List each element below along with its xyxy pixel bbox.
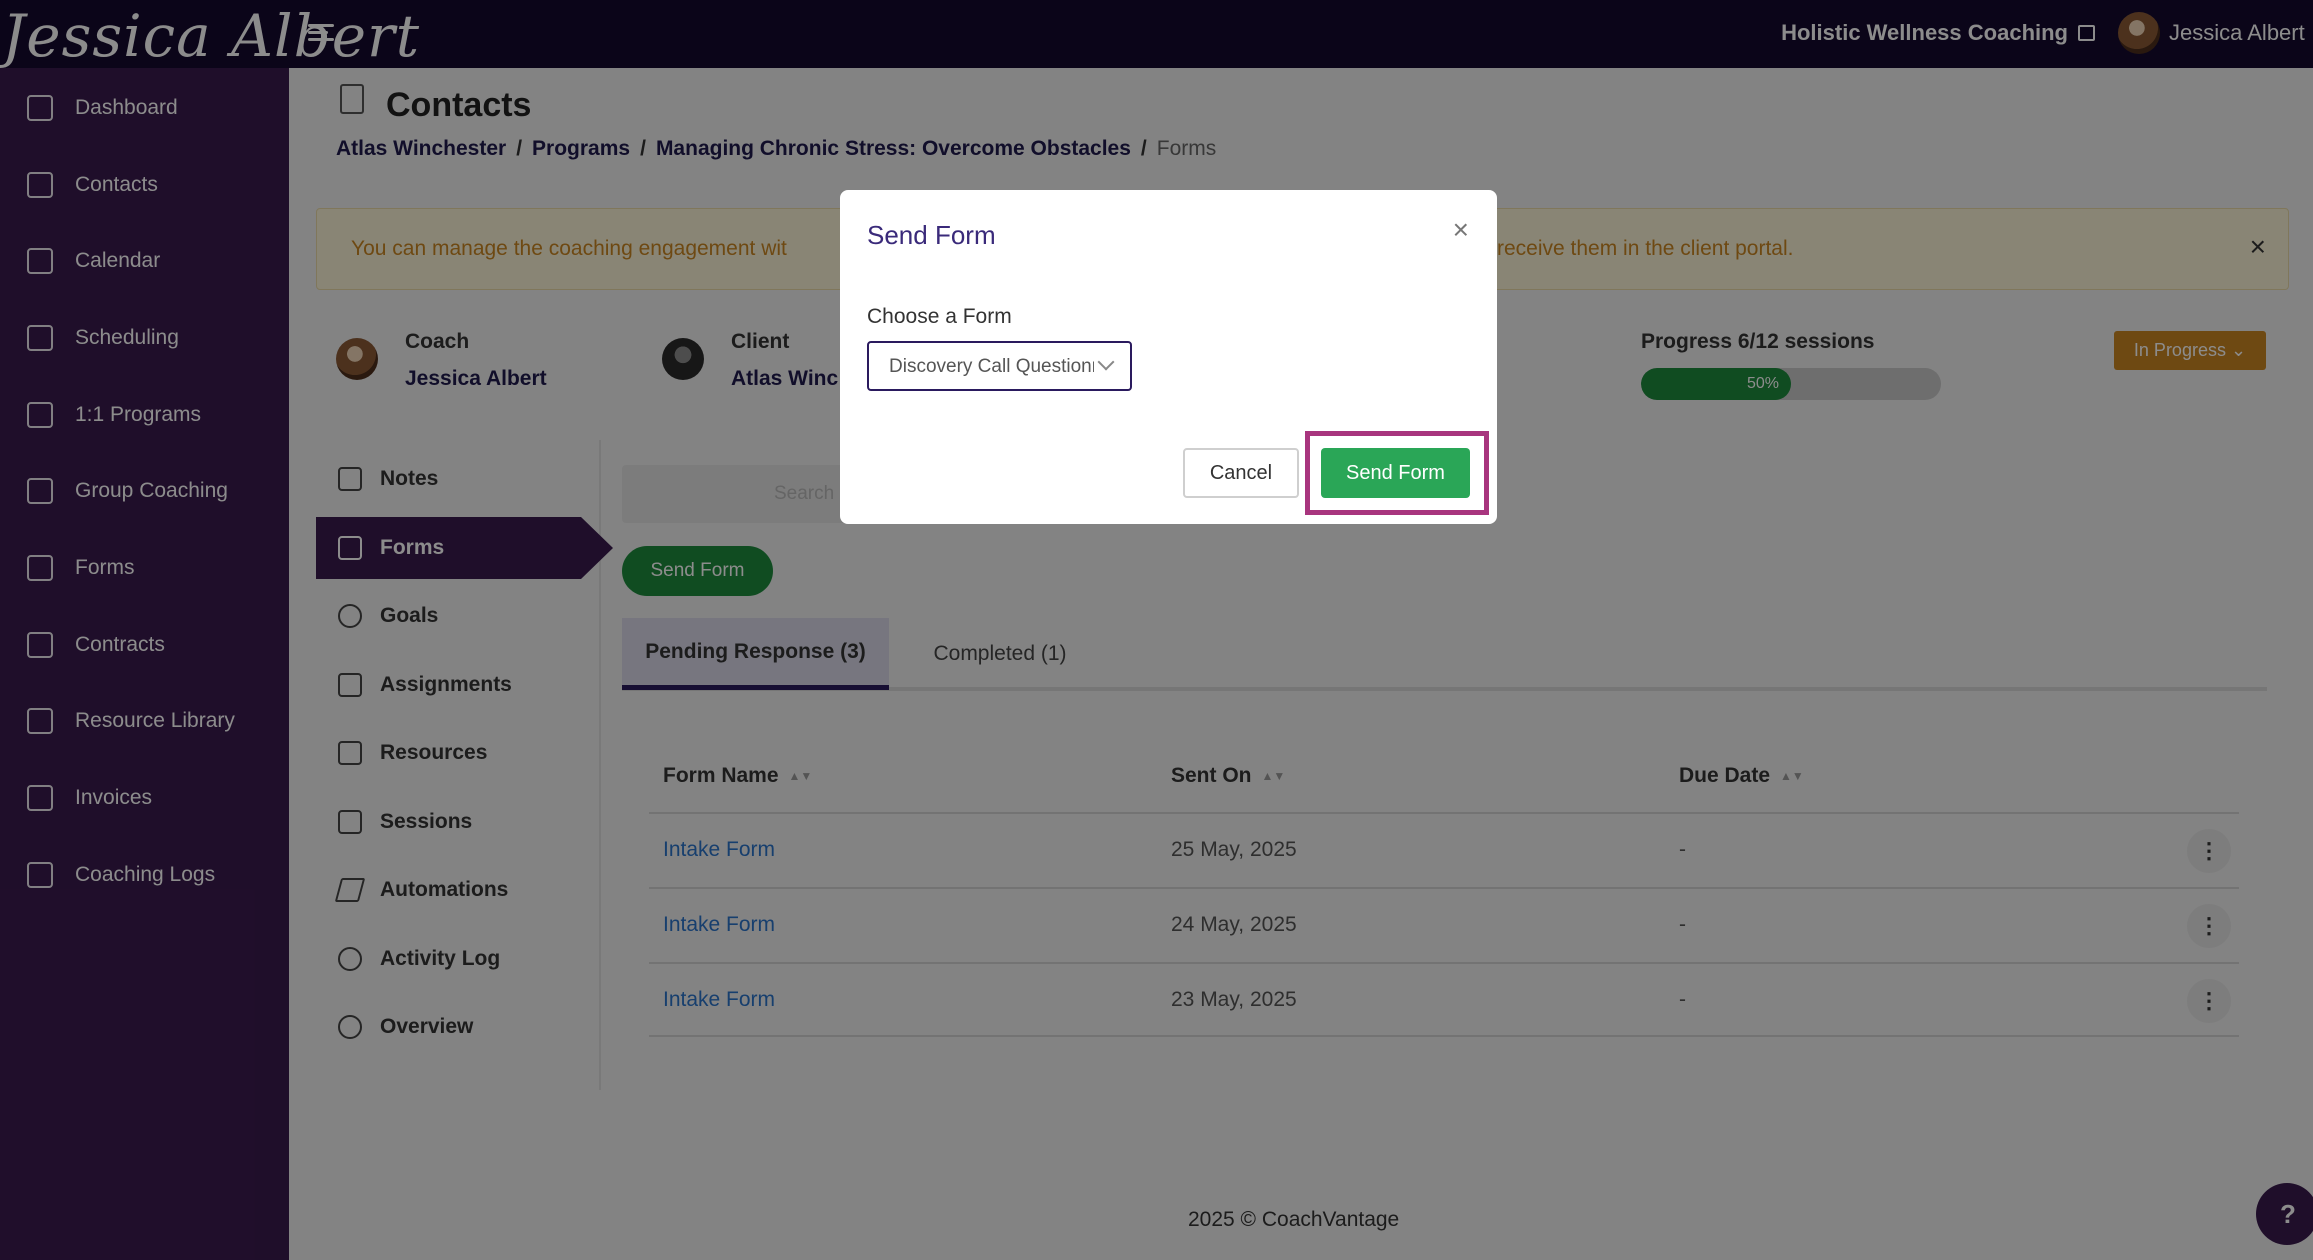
send-form-submit-button[interactable]: Send Form (1321, 448, 1470, 498)
chevron-down-icon (1097, 353, 1115, 371)
choose-form-label: Choose a Form (867, 305, 1012, 328)
send-form-modal: Send Form × Choose a Form Discovery Call… (840, 190, 1497, 524)
close-icon[interactable]: × (1453, 214, 1469, 246)
form-select[interactable]: Discovery Call Questionnaire (867, 341, 1132, 391)
selected-form-value: Discovery Call Questionnaire (889, 356, 1094, 377)
modal-title: Send Form (867, 220, 996, 250)
modal-backdrop[interactable] (0, 0, 2313, 1260)
cancel-button[interactable]: Cancel (1183, 448, 1299, 498)
